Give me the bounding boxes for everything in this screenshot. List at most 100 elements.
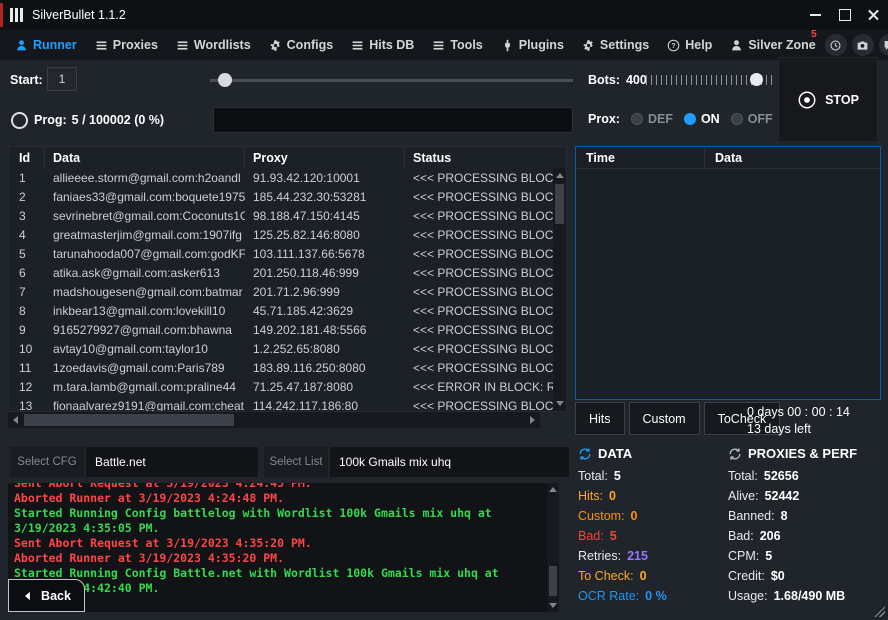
column-header-id: Id bbox=[9, 147, 45, 168]
cell-id: 3 bbox=[9, 209, 45, 223]
start-slider-thumb[interactable] bbox=[218, 73, 232, 87]
maximize-button[interactable] bbox=[830, 0, 859, 30]
prox-option-label: OFF bbox=[748, 112, 773, 126]
scroll-down-icon[interactable] bbox=[556, 401, 564, 406]
resize-grip[interactable] bbox=[874, 606, 885, 617]
table-row[interactable]: 3sevrinebret@gmail.com:Coconuts1C98.188.… bbox=[9, 206, 553, 225]
log-scroll-down-icon[interactable] bbox=[549, 603, 557, 608]
chat-button[interactable] bbox=[879, 34, 888, 56]
selected-wordlist-value: 100k Gmails mix uhq bbox=[330, 447, 569, 477]
start-input[interactable] bbox=[47, 67, 77, 91]
back-button[interactable]: Back bbox=[8, 579, 85, 612]
table-row[interactable]: 4greatmasterjim@gmail.com:1907ifg125.25.… bbox=[9, 225, 553, 244]
nav-item-configs[interactable]: Configs bbox=[260, 30, 343, 60]
vertical-scrollbar[interactable] bbox=[553, 168, 566, 411]
column-header-data: Data bbox=[45, 147, 245, 168]
table-row[interactable]: 1allieeee.storm@gmail.com:h2oandl91.93.4… bbox=[9, 168, 553, 187]
table-row[interactable]: 2faniaes33@gmail.com:boquete1975185.44.2… bbox=[9, 187, 553, 206]
cell-status: <<< PROCESSING BLOCK bbox=[405, 304, 553, 318]
nav-item-runner[interactable]: Runner bbox=[6, 30, 86, 60]
tab-custom[interactable]: Custom bbox=[629, 402, 700, 435]
nav-action-icons bbox=[825, 34, 888, 56]
list-icon bbox=[432, 39, 445, 52]
stat-row: Retries:215 bbox=[578, 546, 724, 566]
cell-data: sevrinebret@gmail.com:Coconuts1C bbox=[45, 209, 245, 223]
start-slider[interactable] bbox=[210, 73, 573, 87]
list-icon bbox=[176, 39, 189, 52]
scroll-up-icon[interactable] bbox=[556, 173, 564, 178]
bots-slider-thumb[interactable] bbox=[750, 73, 763, 86]
table-row[interactable]: 8inkbear13@gmail.com:lovekill1045.71.185… bbox=[9, 301, 553, 320]
history-icon bbox=[829, 39, 842, 52]
table-row[interactable]: 13fionaalvarez9191@gmail.com:cheat114.24… bbox=[9, 396, 553, 411]
start-slider-track[interactable] bbox=[210, 79, 573, 82]
log-scrollbar-thumb[interactable] bbox=[549, 566, 557, 596]
table-row[interactable]: 6atika.ask@gmail.com:asker613201.250.118… bbox=[9, 263, 553, 282]
prox-option-label: ON bbox=[701, 112, 720, 126]
gear-icon bbox=[582, 39, 595, 52]
nav-item-wordlists[interactable]: Wordlists bbox=[167, 30, 260, 60]
table-row[interactable]: 99165279927@gmail.com:bhawna149.202.181.… bbox=[9, 320, 553, 339]
prox-option-on[interactable]: ON bbox=[684, 112, 720, 126]
stat-row: Usage:1.68/490 MB bbox=[728, 586, 884, 606]
close-button[interactable] bbox=[859, 0, 888, 30]
nav-item-tools[interactable]: Tools bbox=[423, 30, 491, 60]
camera-icon bbox=[856, 39, 869, 52]
table-row[interactable]: 7madshougesen@gmail.com:batmar201.71.2.9… bbox=[9, 282, 553, 301]
horizontal-scrollbar[interactable] bbox=[8, 412, 540, 428]
sync-icon bbox=[578, 447, 592, 461]
stat-value: 8 bbox=[781, 506, 788, 526]
cell-id: 11 bbox=[9, 361, 45, 375]
cell-proxy: 91.93.42.120:10001 bbox=[245, 171, 405, 185]
stat-row: Total:5 bbox=[578, 466, 724, 486]
nav-item-silver-zone[interactable]: Silver Zone5 bbox=[721, 30, 824, 60]
minimize-icon bbox=[810, 14, 821, 16]
prox-option-def[interactable]: DEF bbox=[631, 112, 673, 126]
runtime-timer: 0 days 00 : 00 : 14 13 days left bbox=[747, 404, 850, 438]
nav-item-proxies[interactable]: Proxies bbox=[86, 30, 167, 60]
stats-header: PROXIES & PERF bbox=[728, 446, 884, 461]
select-config-button[interactable]: Select CFG bbox=[10, 447, 84, 477]
nav-item-settings[interactable]: Settings bbox=[573, 30, 658, 60]
nav-item-hits-db[interactable]: Hits DB bbox=[342, 30, 423, 60]
table-row[interactable]: 111zoedavis@gmail.com:Paris789183.89.116… bbox=[9, 358, 553, 377]
progress-radio[interactable] bbox=[11, 112, 28, 129]
bots-label: Bots: bbox=[588, 73, 620, 87]
prox-option-off[interactable]: OFF bbox=[731, 112, 773, 126]
minimize-button[interactable] bbox=[801, 0, 830, 30]
proxies-stats-panel: PROXIES & PERFTotal:52656Alive:52442Bann… bbox=[728, 446, 884, 606]
log-scroll-up-icon[interactable] bbox=[549, 487, 557, 492]
scroll-left-icon[interactable] bbox=[13, 416, 18, 424]
column-header-status: Status bbox=[405, 147, 566, 168]
nav-item-label: Tools bbox=[450, 38, 482, 52]
table-row[interactable]: 12m.tara.lamb@gmail.com:praline4471.25.4… bbox=[9, 377, 553, 396]
horizontal-scrollbar-thumb[interactable] bbox=[24, 414, 234, 426]
cell-data: atika.ask@gmail.com:asker613 bbox=[45, 266, 245, 280]
notification-badge: 5 bbox=[811, 29, 817, 40]
stat-label: Credit: bbox=[728, 566, 765, 586]
stat-row: Bad:206 bbox=[728, 526, 884, 546]
stat-label: Custom: bbox=[578, 506, 625, 526]
stat-value: 0 bbox=[631, 506, 638, 526]
scroll-right-icon[interactable] bbox=[530, 416, 535, 424]
results-table-header: IdDataProxyStatus bbox=[9, 147, 566, 168]
stop-button[interactable]: STOP bbox=[778, 57, 878, 142]
back-arrow-icon bbox=[22, 590, 34, 602]
nav-item-help[interactable]: ?Help bbox=[658, 30, 721, 60]
vertical-scrollbar-thumb[interactable] bbox=[555, 184, 564, 224]
tab-hits[interactable]: Hits bbox=[575, 402, 625, 435]
stat-label: Retries: bbox=[578, 546, 621, 566]
maximize-icon bbox=[839, 9, 851, 21]
table-row[interactable]: 10avtay10@gmail.com:taylor101.2.252.65:8… bbox=[9, 339, 553, 358]
history-button[interactable] bbox=[825, 34, 847, 56]
camera-button[interactable] bbox=[852, 34, 874, 56]
stat-row: OCR Rate:0 % bbox=[578, 586, 724, 606]
cell-status: <<< PROCESSING BLOCK bbox=[405, 266, 553, 280]
select-wordlist-button[interactable]: Select List bbox=[264, 447, 328, 477]
nav-item-label: Silver Zone bbox=[748, 38, 815, 52]
bots-slider[interactable] bbox=[646, 72, 772, 88]
nav-item-plugins[interactable]: Plugins bbox=[492, 30, 573, 60]
nav-items: RunnerProxiesWordlistsConfigsHits DB Tool… bbox=[6, 30, 825, 60]
table-row[interactable]: 5tarunahooda007@gmail.com:godKF103.111.1… bbox=[9, 244, 553, 263]
log-scrollbar[interactable] bbox=[547, 483, 559, 612]
